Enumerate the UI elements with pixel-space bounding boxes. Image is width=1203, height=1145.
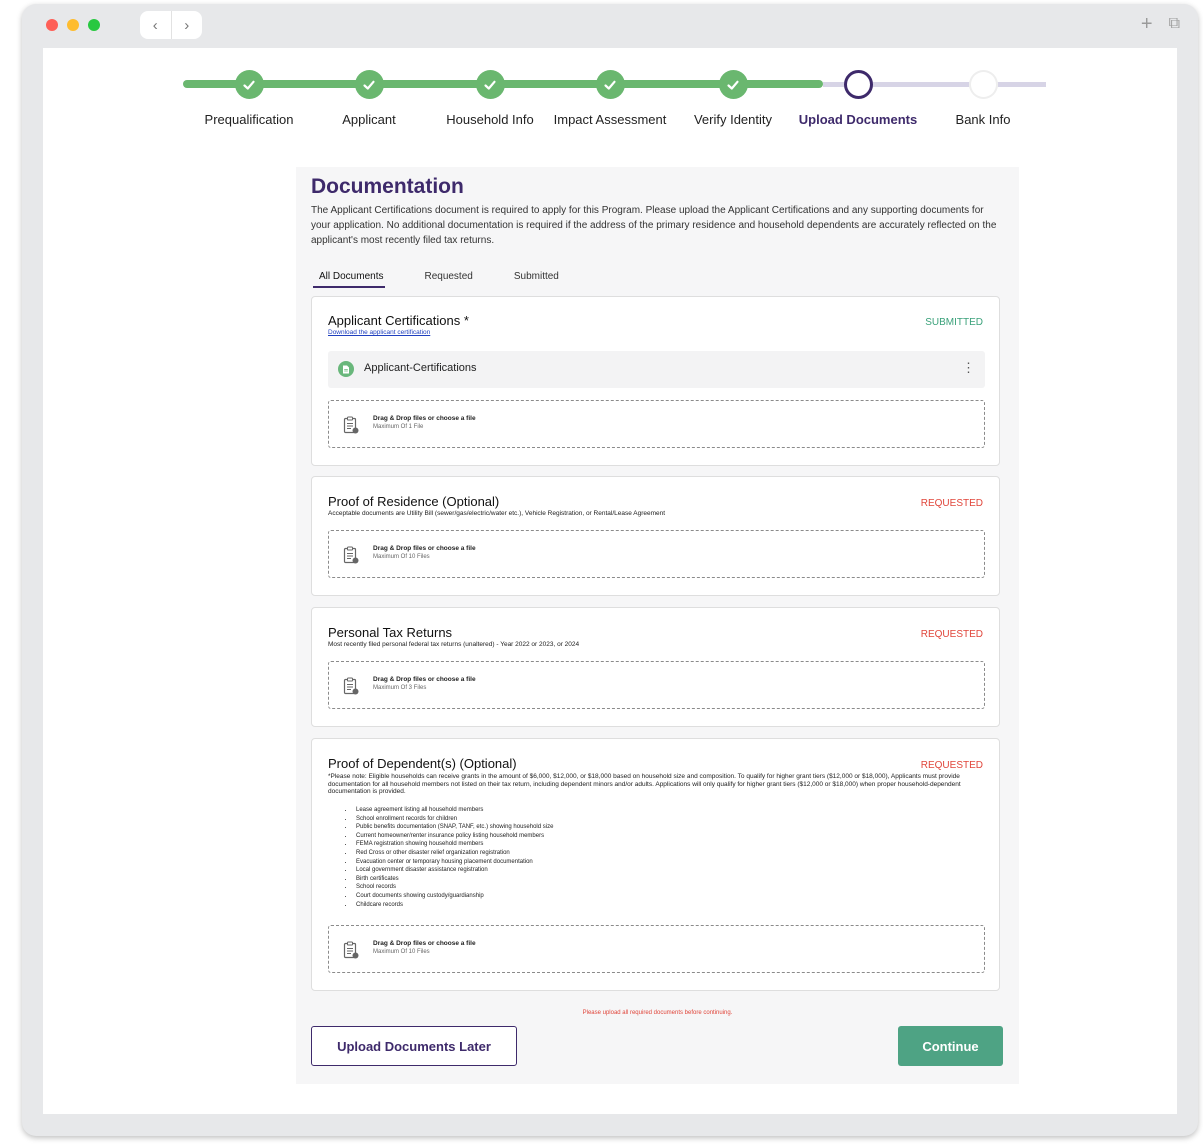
document-icon	[338, 361, 354, 377]
step-complete-check-icon	[718, 70, 748, 99]
dropzone-limit: Maximum Of 10 Files	[373, 554, 430, 560]
status-badge: REQUESTED	[920, 760, 983, 771]
acceptable-documents-list: Lease agreement listing all household me…	[344, 806, 553, 909]
continue-button[interactable]: Continue	[898, 1026, 1003, 1066]
titlebar-actions: + ⧉	[1141, 14, 1180, 34]
card-title: Proof of Dependent(s) (Optional)	[328, 756, 517, 771]
maximize-window-button[interactable]	[88, 19, 100, 31]
progress-stepper: Prequalification Applicant Household Inf…	[43, 48, 1177, 158]
more-options-icon[interactable]: ⋮	[962, 361, 975, 375]
documentation-panel: Documentation The Applicant Certificatio…	[296, 167, 1019, 1084]
required-documents-warning: Please upload all required documents bef…	[582, 1010, 733, 1016]
document-tabs: All Documents Requested Submitted	[313, 267, 594, 288]
list-item: Public benefits documentation (SNAP, TAN…	[354, 823, 553, 832]
card-title: Applicant Certifications *	[328, 313, 469, 328]
page-title: Documentation	[311, 175, 464, 198]
step-pending-indicator	[968, 70, 998, 99]
dropzone-title: Drag & Drop files or choose a file	[373, 940, 476, 947]
card-proof-of-dependents: Proof of Dependent(s) (Optional) REQUEST…	[311, 738, 1000, 991]
clipboard-upload-icon	[343, 416, 359, 434]
tab-all-documents[interactable]: All Documents	[313, 267, 386, 288]
file-dropzone[interactable]: Drag & Drop files or choose a file Maxim…	[328, 925, 985, 973]
dependents-note: *Please note: Eligible households can re…	[328, 773, 961, 795]
list-item: Local government disaster assistance reg…	[354, 866, 553, 875]
dropzone-limit: Maximum Of 10 Files	[373, 949, 430, 955]
page-content: Prequalification Applicant Household Inf…	[43, 48, 1177, 1114]
upload-later-button[interactable]: Upload Documents Later	[311, 1026, 517, 1066]
list-item: School enrollment records for children	[354, 815, 553, 824]
status-badge: REQUESTED	[920, 498, 983, 509]
step-complete-check-icon	[234, 70, 264, 99]
step-label: Bank Info	[955, 112, 1011, 127]
list-item: FEMA registration showing household memb…	[354, 840, 553, 849]
dropzone-limit: Maximum Of 3 Files	[373, 685, 427, 691]
tab-overview-icon[interactable]: ⧉	[1169, 14, 1180, 34]
minimize-window-button[interactable]	[67, 19, 79, 31]
clipboard-upload-icon	[343, 546, 359, 564]
step-complete-check-icon	[475, 70, 505, 99]
close-window-button[interactable]	[46, 19, 58, 31]
dropzone-title: Drag & Drop files or choose a file	[373, 545, 476, 552]
step-complete-check-icon	[354, 70, 384, 99]
back-button[interactable]: ‹	[140, 11, 171, 39]
browser-titlebar: ‹ › + ⧉	[22, 4, 1198, 48]
file-dropzone[interactable]: Drag & Drop files or choose a file Maxim…	[328, 530, 985, 578]
uploaded-file-row[interactable]: Applicant-Certifications ⋮	[328, 351, 985, 388]
card-subtitle: Most recently filed personal federal tax…	[328, 641, 580, 648]
list-item: Red Cross or other disaster relief organ…	[354, 849, 553, 858]
forward-button[interactable]: ›	[170, 11, 203, 39]
chevron-left-icon: ‹	[152, 16, 158, 34]
card-title: Personal Tax Returns	[328, 625, 453, 640]
dropzone-limit: Maximum Of 1 File	[373, 424, 424, 430]
new-tab-icon[interactable]: +	[1141, 14, 1153, 34]
dropzone-title: Drag & Drop files or choose a file	[373, 415, 476, 422]
dropzone-title: Drag & Drop files or choose a file	[373, 676, 476, 683]
clipboard-upload-icon	[343, 677, 359, 695]
step-complete-check-icon	[595, 70, 625, 99]
list-item: Evacuation center or temporary housing p…	[354, 858, 553, 867]
list-item: Birth certificates	[354, 875, 553, 884]
card-applicant-certifications: Applicant Certifications * Download the …	[311, 296, 1000, 466]
intro-text: The Applicant Certifications document is…	[311, 205, 997, 246]
card-title: Proof of Residence (Optional)	[328, 494, 500, 509]
card-personal-tax-returns: Personal Tax Returns Most recently filed…	[311, 607, 1000, 727]
tab-submitted[interactable]: Submitted	[508, 267, 561, 288]
clipboard-upload-icon	[343, 941, 359, 959]
status-badge: SUBMITTED	[925, 317, 983, 328]
browser-window: ‹ › + ⧉ Prequalification Applicant House…	[22, 4, 1198, 1136]
card-subtitle: Acceptable documents are Utility Bill (s…	[328, 510, 666, 517]
status-badge: REQUESTED	[920, 629, 983, 640]
list-item: Current homeowner/renter insurance polic…	[354, 832, 553, 841]
file-name: Applicant-Certifications	[364, 362, 477, 374]
card-proof-of-residence: Proof of Residence (Optional) Acceptable…	[311, 476, 1000, 596]
chevron-right-icon: ›	[184, 16, 190, 34]
step-bank-info[interactable]: Bank Info	[908, 48, 1058, 127]
list-item: Lease agreement listing all household me…	[354, 806, 553, 815]
step-current-indicator	[843, 70, 873, 99]
history-nav: ‹ ›	[140, 11, 202, 39]
tab-requested[interactable]: Requested	[418, 267, 474, 288]
list-item: School records	[354, 883, 553, 892]
list-item: Court documents showing custody/guardian…	[354, 892, 553, 901]
list-item: Childcare records	[354, 901, 553, 910]
download-certification-link[interactable]: Download the applicant certification	[328, 329, 430, 336]
file-dropzone[interactable]: Drag & Drop files or choose a file Maxim…	[328, 400, 985, 448]
file-dropzone[interactable]: Drag & Drop files or choose a file Maxim…	[328, 661, 985, 709]
